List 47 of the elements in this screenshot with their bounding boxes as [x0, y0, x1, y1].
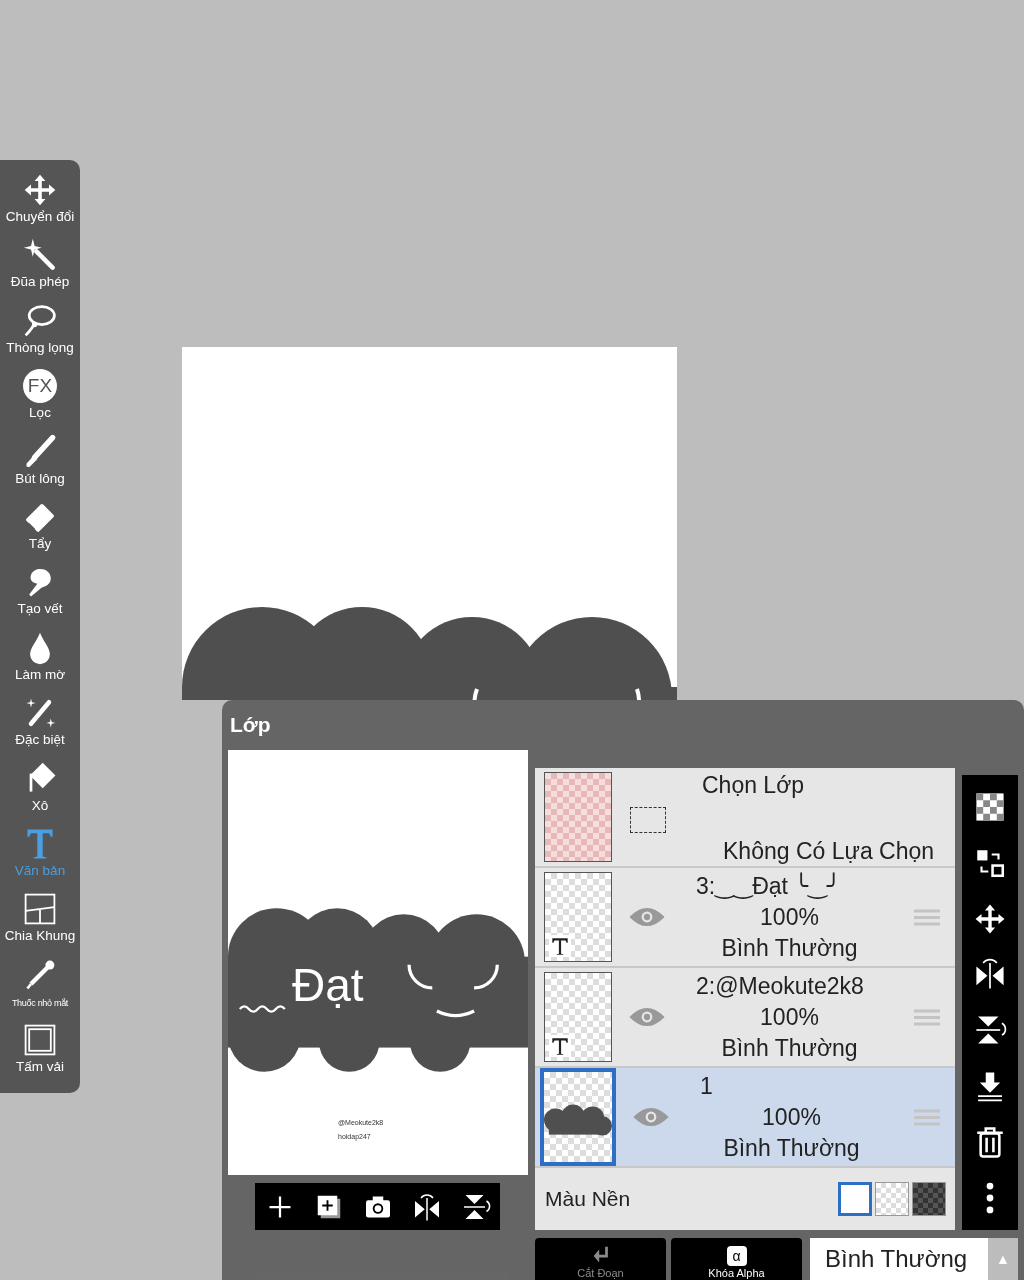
- layer-name: 3:‿‿Đạt ╰‿╯: [696, 872, 841, 900]
- layer-row[interactable]: 1 100% Bình Thường: [535, 1068, 955, 1168]
- tool-button[interactable]: Chuyển đổi: [0, 172, 80, 238]
- tool-button[interactable]: Tấm vải: [0, 1022, 80, 1088]
- fx-icon: FX: [23, 369, 57, 404]
- background-swatch[interactable]: [912, 1182, 946, 1216]
- lasso-icon: [22, 302, 58, 339]
- marquee-icon: [630, 807, 666, 833]
- tool-button[interactable]: Bút lông: [0, 433, 80, 499]
- lock-icon: α: [726, 1246, 747, 1266]
- tool-button[interactable]: Thuốc nhỏ mắt: [0, 956, 80, 1023]
- layer-name: Chọn Lớp: [702, 772, 805, 799]
- layer-row[interactable]: 2:@Meokute2k8 100% Bình Thường: [535, 968, 955, 1068]
- background-swatch[interactable]: [838, 1182, 872, 1216]
- background-label: Màu Nền: [545, 1187, 631, 1211]
- preview-title: Đạt: [292, 962, 364, 1008]
- text-layer-icon: [549, 935, 571, 957]
- blend-mode-dropdown[interactable]: Bình Thường ▲: [810, 1238, 1018, 1280]
- tool-button[interactable]: Đũa phép: [0, 237, 80, 303]
- layer-name: 2:@Meokute2k8: [696, 972, 864, 1000]
- tool-button[interactable]: FX Lọc: [0, 368, 80, 434]
- move-icon: [22, 172, 58, 208]
- text-layer-icon: [549, 1035, 571, 1057]
- background-swatch[interactable]: [875, 1182, 909, 1216]
- selection-layer-row[interactable]: Chọn Lớp Không Có Lựa Chọn: [535, 768, 955, 868]
- drag-handle-icon[interactable]: [914, 907, 940, 927]
- panel-title: Lớp: [229, 712, 272, 738]
- tool-button[interactable]: Tẩy: [0, 498, 80, 565]
- tool-button[interactable]: Chia Khung: [0, 891, 80, 957]
- layer-blend-mode: Bình Thường: [721, 934, 858, 962]
- layer-blend-mode: Bình Thường: [723, 1134, 860, 1162]
- tool-button[interactable]: Đặc biệt: [0, 695, 80, 761]
- layer-blend-mode: Bình Thường: [721, 1034, 858, 1062]
- layer-opacity: 100%: [760, 1003, 819, 1031]
- tool-button[interactable]: Tạo vết: [0, 564, 80, 630]
- flip-horizontal-icon[interactable]: [973, 957, 1007, 992]
- layer-opacity: 100%: [762, 1103, 821, 1131]
- tool-button[interactable]: Xô: [0, 760, 80, 826]
- selection-status: Không Có Lựa Chọn: [723, 838, 935, 865]
- tool-button[interactable]: Thòng lọng: [0, 302, 80, 369]
- layer-row[interactable]: 3:‿‿Đạt ╰‿╯ 100% Bình Thường: [535, 868, 955, 968]
- drag-handle-icon[interactable]: [914, 1107, 940, 1127]
- tool-button[interactable]: Làm mờ: [0, 629, 80, 696]
- alpha-lock-button[interactable]: α Khóa Alpha: [671, 1238, 802, 1280]
- layer-name: 1: [700, 1072, 713, 1100]
- layer-opacity: 100%: [760, 903, 819, 931]
- drag-handle-icon[interactable]: [914, 1007, 940, 1027]
